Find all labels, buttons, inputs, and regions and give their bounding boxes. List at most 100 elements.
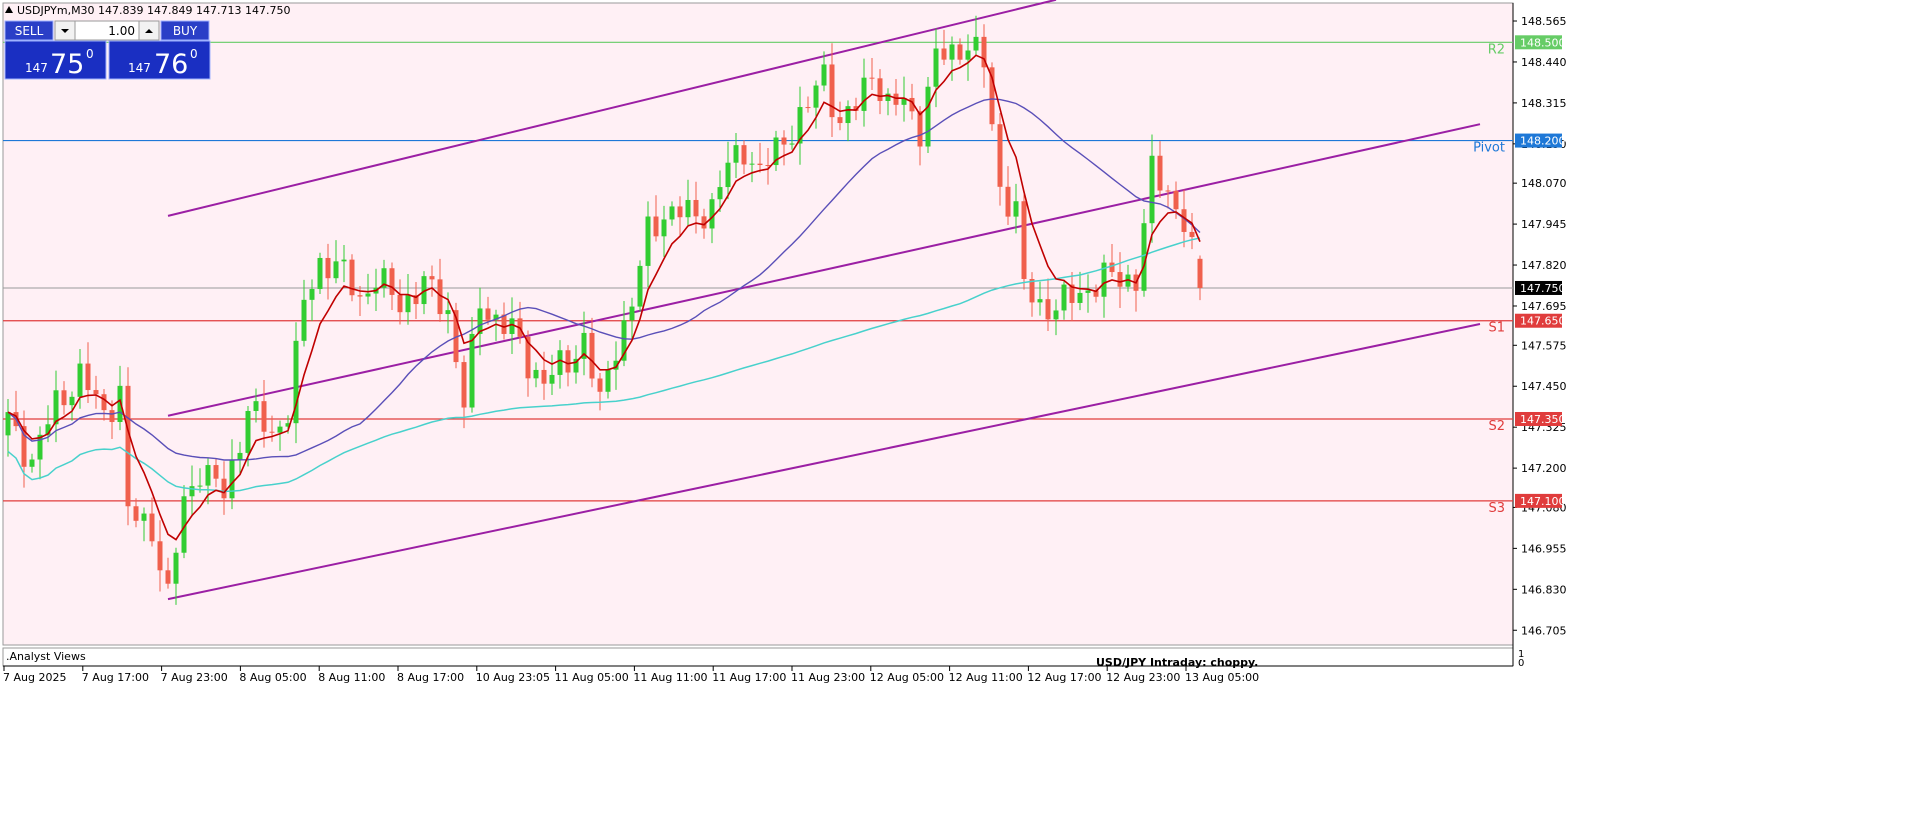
plot-area[interactable]: [2, 2, 1514, 646]
sell-label: SELL: [15, 24, 44, 38]
candle-body: [725, 162, 731, 188]
candle-body: [605, 369, 611, 392]
candle-body: [405, 295, 411, 313]
candle-body: [813, 85, 819, 108]
candle-body: [965, 50, 971, 60]
candle[interactable]: [317, 252, 323, 294]
candle-body: [85, 363, 91, 391]
candle-body: [101, 394, 107, 411]
candle-body: [541, 369, 547, 384]
candle-body: [197, 485, 203, 487]
candle[interactable]: [1021, 194, 1027, 290]
candle-body: [1053, 310, 1059, 320]
candle[interactable]: [125, 367, 131, 526]
candle-body: [845, 106, 851, 124]
indicator-scale-bottom: 0: [1518, 658, 1524, 669]
candle-body: [533, 369, 539, 379]
candle-body: [565, 350, 571, 373]
candle-body: [941, 48, 947, 60]
x-tick-label: 8 Aug 17:00: [397, 671, 464, 684]
candle-body: [237, 452, 243, 460]
candle-body: [597, 378, 603, 392]
x-tick-label: 13 Aug 05:00: [1185, 671, 1259, 684]
candle[interactable]: [637, 260, 643, 312]
candle-body: [29, 459, 35, 467]
candle-body: [1117, 272, 1123, 287]
x-tick-label: 8 Aug 05:00: [239, 671, 306, 684]
candle-body: [685, 199, 691, 218]
candle-body: [877, 78, 883, 101]
candle-body: [757, 163, 763, 166]
y-tick-label: 147.575: [1521, 339, 1567, 352]
candle-body: [1013, 201, 1019, 217]
symbol-info: USDJPYm,M30 147.839 147.849 147.713 147.…: [17, 4, 291, 17]
candle-body: [709, 199, 715, 229]
candle-body: [157, 541, 163, 571]
candle-body: [77, 363, 83, 397]
price-axis: 148.565148.440148.315148.190148.070147.9…: [1513, 15, 1567, 637]
buy-label: BUY: [173, 24, 198, 38]
candle-body: [973, 36, 979, 51]
candle-body: [365, 293, 371, 297]
candle-body: [205, 465, 211, 486]
candle-body: [389, 268, 395, 295]
candle-body: [397, 294, 403, 313]
candle-body: [949, 44, 955, 60]
candle-body: [485, 308, 491, 320]
candle-body: [1149, 155, 1155, 224]
candle-body: [173, 552, 179, 584]
level-price-tag-label: 148.500: [1520, 36, 1566, 49]
candle-body: [309, 289, 315, 300]
candle-body: [1061, 284, 1067, 311]
buy-price-small: 147: [128, 61, 151, 75]
y-tick-label: 147.200: [1521, 462, 1567, 475]
x-tick-label: 7 Aug 2025: [3, 671, 66, 684]
candle-body: [53, 390, 59, 425]
candle-body: [301, 299, 307, 341]
candle-body: [589, 332, 595, 379]
y-tick-label: 147.820: [1521, 259, 1567, 272]
price-chart[interactable]: R2PivotS1S2S3 148.565148.440148.315148.1…: [0, 0, 1916, 840]
candle-body: [253, 401, 259, 411]
level-price-tag-label: 148.200: [1520, 135, 1566, 148]
candle-body: [69, 396, 75, 406]
level-label-pivot: Pivot: [1473, 141, 1505, 156]
candle[interactable]: [925, 77, 931, 153]
candle-body: [149, 513, 155, 542]
candle-body: [1005, 186, 1011, 217]
y-tick-label: 147.695: [1521, 300, 1567, 313]
candle-body: [461, 362, 467, 408]
candle-body: [213, 465, 219, 479]
chart-window: R2PivotS1S2S3 148.565148.440148.315148.1…: [0, 0, 1916, 840]
candle-body: [637, 265, 643, 307]
y-tick-label: 148.315: [1521, 97, 1567, 110]
candle-body: [957, 44, 963, 60]
candle-body: [509, 318, 515, 334]
candle-body: [869, 77, 875, 79]
candle-body: [341, 259, 347, 262]
x-tick-label: 10 Aug 23:05: [476, 671, 550, 684]
candle-body: [661, 219, 667, 237]
candle-body: [669, 206, 675, 220]
candle-body: [1109, 262, 1115, 273]
candle-body: [1157, 155, 1163, 191]
x-tick-label: 7 Aug 23:00: [161, 671, 228, 684]
lot-size-value: 1.00: [108, 24, 135, 38]
candle-body: [245, 410, 251, 453]
candle-body: [357, 295, 363, 297]
x-tick-label: 11 Aug 11:00: [633, 671, 707, 684]
candle-body: [261, 401, 267, 432]
candle-body: [933, 48, 939, 87]
candle-body: [269, 431, 275, 433]
candle[interactable]: [349, 254, 355, 302]
candle-body: [325, 257, 331, 279]
candle-body: [445, 310, 451, 315]
indicator-title: .Analyst Views: [6, 650, 86, 663]
indicator-panel: [2, 647, 1514, 667]
candle-body: [61, 390, 67, 406]
y-tick-label: 147.945: [1521, 218, 1567, 231]
candle-body: [133, 506, 139, 521]
candle-body: [629, 306, 635, 321]
y-tick-label: 147.450: [1521, 380, 1567, 393]
candle-body: [1077, 292, 1083, 303]
